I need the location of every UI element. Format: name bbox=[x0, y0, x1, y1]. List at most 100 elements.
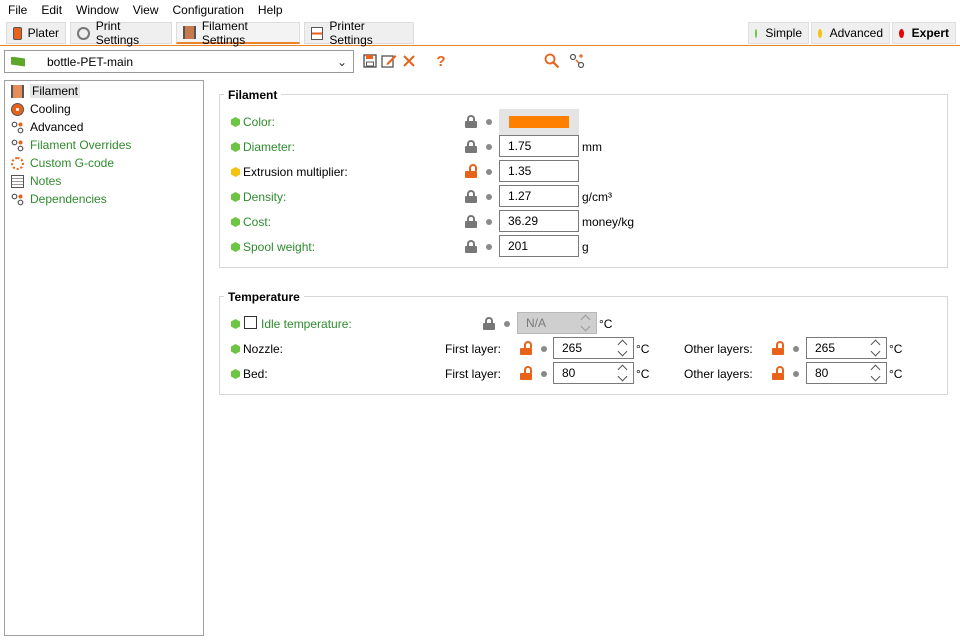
spool-weight-unit: g bbox=[582, 240, 589, 254]
mode-simple-button[interactable]: Simple bbox=[748, 22, 809, 44]
menu-edit[interactable]: Edit bbox=[41, 3, 62, 17]
sidebar-item-custom-gcode[interactable]: Custom G-code bbox=[11, 155, 114, 171]
delete-icon[interactable] bbox=[400, 52, 418, 70]
wrench-icon bbox=[11, 139, 24, 152]
spin-arrows-icon[interactable] bbox=[618, 364, 630, 382]
print-settings-icon bbox=[77, 26, 90, 40]
color-swatch bbox=[509, 116, 569, 128]
cost-field[interactable]: 36.29 bbox=[499, 210, 579, 232]
sidebar-item-filament-overrides[interactable]: Filament Overrides bbox=[11, 137, 131, 153]
bullet-icon bbox=[486, 119, 492, 125]
menu-view[interactable]: View bbox=[133, 3, 159, 17]
spin-arrows-icon[interactable] bbox=[618, 339, 630, 357]
tab-print-settings[interactable]: Print Settings bbox=[70, 19, 172, 47]
cost-unit: money/kg bbox=[582, 215, 635, 229]
bed-first-layer-field[interactable]: 80 bbox=[553, 362, 634, 384]
idle-temperature-field[interactable]: N/A bbox=[517, 312, 597, 334]
wrench-icon bbox=[11, 121, 24, 134]
spin-arrows-icon[interactable] bbox=[871, 339, 883, 357]
filament-spool-icon bbox=[183, 26, 196, 39]
tab-filament-settings[interactable]: Filament Settings bbox=[176, 19, 300, 47]
bed-other-layers-field[interactable]: 80 bbox=[806, 362, 887, 384]
diameter-field[interactable]: 1.75 bbox=[499, 135, 579, 157]
simple-mode-dot-icon bbox=[755, 28, 758, 38]
sidebar-item-filament[interactable]: Filament bbox=[11, 83, 81, 99]
preset-select[interactable]: bottle-PET-main ⌄ bbox=[4, 50, 354, 73]
locked-icon[interactable] bbox=[483, 317, 495, 330]
rename-icon[interactable] bbox=[380, 52, 398, 70]
idle-temperature-checkbox[interactable] bbox=[244, 316, 257, 329]
notes-icon bbox=[11, 174, 24, 188]
sidebar-item-notes[interactable]: Notes bbox=[11, 173, 61, 189]
advanced-mode-dot-icon bbox=[818, 28, 822, 38]
sidebar-item-cooling[interactable]: Cooling bbox=[11, 101, 71, 117]
sidebar-item-dependencies[interactable]: Dependencies bbox=[11, 191, 107, 207]
filament-spool-icon bbox=[11, 84, 24, 98]
diameter-unit: mm bbox=[582, 140, 602, 154]
bullet-icon bbox=[486, 244, 492, 250]
extrusion-multiplier-label: Extrusion multiplier: bbox=[243, 165, 348, 179]
flag-icon bbox=[11, 56, 25, 67]
color-picker-button[interactable] bbox=[499, 109, 579, 135]
unlocked-icon[interactable] bbox=[772, 341, 784, 355]
help-icon[interactable]: ? bbox=[432, 52, 450, 70]
search-icon[interactable] bbox=[543, 52, 561, 70]
save-icon[interactable] bbox=[361, 52, 379, 70]
idle-temperature-label: Idle temperature: bbox=[261, 317, 352, 331]
bullet-icon bbox=[486, 194, 492, 200]
locked-icon[interactable] bbox=[465, 140, 477, 153]
nozzle-other-layers-field[interactable]: 265 bbox=[806, 337, 887, 359]
spool-weight-label: Spool weight: bbox=[243, 240, 316, 254]
locked-icon[interactable] bbox=[465, 215, 477, 228]
diameter-label: Diameter: bbox=[243, 140, 296, 154]
plater-icon bbox=[13, 26, 22, 40]
nozzle-first-layer-label: First layer: bbox=[445, 342, 502, 356]
spool-weight-field[interactable]: 201 bbox=[499, 235, 579, 257]
tab-plater[interactable]: Plater bbox=[6, 22, 66, 44]
compare-icon[interactable] bbox=[568, 52, 586, 70]
bullet-icon bbox=[486, 169, 492, 175]
bed-label: Bed: bbox=[243, 367, 268, 381]
sidebar-item-advanced[interactable]: Advanced bbox=[11, 119, 83, 135]
menu-help[interactable]: Help bbox=[258, 3, 283, 17]
expert-mode-dot-icon bbox=[899, 28, 904, 38]
bullet-icon bbox=[793, 346, 799, 352]
bed-other-layers-label: Other layers: bbox=[684, 367, 753, 381]
nozzle-other-layers-label: Other layers: bbox=[684, 342, 753, 356]
gcode-icon bbox=[11, 156, 24, 170]
locked-icon[interactable] bbox=[465, 240, 477, 253]
bullet-icon bbox=[793, 371, 799, 377]
mode-advanced-button[interactable]: Advanced bbox=[811, 22, 890, 44]
tab-bar: Plater Print Settings Filament Settings … bbox=[0, 19, 960, 47]
spin-arrows-icon[interactable] bbox=[871, 364, 883, 382]
bullet-icon bbox=[541, 371, 547, 377]
menu-bar: File Edit Window View Configuration Help bbox=[0, 0, 960, 20]
extrusion-multiplier-field[interactable]: 1.35 bbox=[499, 160, 579, 182]
locked-icon[interactable] bbox=[465, 115, 477, 128]
unlocked-icon[interactable] bbox=[465, 164, 477, 178]
spin-arrows-icon bbox=[581, 314, 593, 332]
fan-icon bbox=[11, 102, 24, 116]
unlocked-icon[interactable] bbox=[772, 366, 784, 380]
tab-printer-settings[interactable]: Printer Settings bbox=[304, 19, 414, 47]
chevron-down-icon: ⌄ bbox=[336, 55, 347, 69]
density-field[interactable]: 1.27 bbox=[499, 185, 579, 207]
idle-temperature-unit: °C bbox=[599, 317, 613, 331]
bullet-icon bbox=[504, 321, 510, 327]
bullet-icon bbox=[541, 346, 547, 352]
filament-group-title: Filament bbox=[224, 88, 282, 102]
printer-settings-icon bbox=[311, 26, 324, 40]
bed-first-layer-unit: °C bbox=[636, 367, 650, 381]
locked-icon[interactable] bbox=[465, 190, 477, 203]
bullet-icon bbox=[486, 219, 492, 225]
unlocked-icon[interactable] bbox=[520, 366, 532, 380]
unlocked-icon[interactable] bbox=[520, 341, 532, 355]
nozzle-first-layer-unit: °C bbox=[636, 342, 650, 356]
nozzle-label: Nozzle: bbox=[243, 342, 284, 356]
wrench-icon bbox=[11, 193, 24, 206]
menu-configuration[interactable]: Configuration bbox=[173, 3, 244, 17]
menu-file[interactable]: File bbox=[8, 3, 27, 17]
menu-window[interactable]: Window bbox=[76, 3, 119, 17]
nozzle-first-layer-field[interactable]: 265 bbox=[553, 337, 634, 359]
mode-expert-button[interactable]: Expert bbox=[892, 22, 956, 44]
